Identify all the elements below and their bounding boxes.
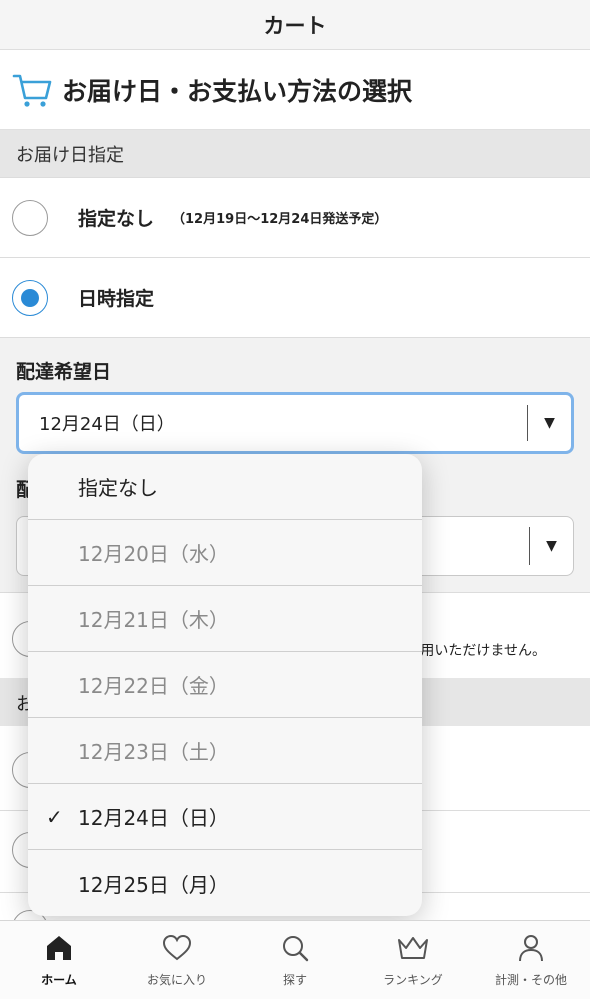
tab-search-label: 探す — [282, 973, 307, 987]
dropdown-option-label: 12月23日（土） — [78, 740, 229, 764]
delivery-heading: お届け日指定 — [0, 130, 590, 178]
tab-other-label: 計測・その他 — [494, 973, 567, 987]
radio-dot — [21, 288, 39, 307]
dropdown-option[interactable]: 指定なし — [28, 454, 422, 520]
dropdown-option[interactable]: 12月25日（月） — [28, 850, 422, 916]
bottom-tab-bar: ホーム お気に入り 探す ランキング 計測・その他 — [0, 920, 590, 999]
search-icon — [277, 931, 313, 965]
cart-icon — [12, 74, 52, 107]
tab-search[interactable]: 探す — [236, 921, 354, 999]
delivery-date-area: 配達希望日 12月24日（日） ▼ — [0, 338, 590, 454]
dropdown-option: 12月22日（金） — [28, 652, 422, 718]
person-icon — [513, 931, 549, 965]
option-no-date[interactable]: 指定なし （12月19日〜12月24日発送予定） — [0, 178, 590, 258]
radio-date-specified[interactable] — [12, 279, 48, 316]
tab-ranking-label: ランキング — [383, 973, 443, 987]
crown-icon — [395, 931, 431, 965]
option-date-specified-label: 日時指定 — [78, 288, 155, 310]
delivery-heading-text: お届け日指定 — [16, 144, 124, 166]
dropdown-option: 12月20日（水） — [28, 520, 422, 586]
date-select[interactable]: 12月24日（日） ▼ — [16, 392, 574, 454]
checkmark-icon: ✓ — [46, 804, 63, 829]
date-label: 配達希望日 — [16, 360, 112, 383]
tab-other[interactable]: 計測・その他 — [472, 921, 590, 999]
heart-icon — [159, 931, 195, 965]
date-select-value: 12月24日（日） — [39, 414, 175, 435]
dropdown-arrow-icon: ▼ — [529, 527, 573, 565]
section-title-text: お届け日・お支払い方法の選択 — [62, 76, 413, 106]
dropdown-option-label: 12月20日（水） — [78, 542, 229, 566]
section-title: お届け日・お支払い方法の選択 — [0, 50, 590, 130]
tab-home-label: ホーム — [41, 973, 77, 987]
app-header: カート — [0, 0, 590, 50]
dropdown-option-label: 12月24日（日） — [78, 806, 229, 830]
tab-favorites-label: お気に入り — [146, 973, 207, 987]
option-no-date-label: 指定なし — [78, 208, 155, 230]
option-no-date-note: （12月19日〜12月24日発送予定） — [172, 212, 388, 227]
dropdown-option-label: 12月21日（木） — [78, 608, 229, 632]
dropdown-option: 12月23日（土） — [28, 718, 422, 784]
tab-ranking[interactable]: ランキング — [354, 921, 472, 999]
date-dropdown-menu: 指定なし 12月20日（水） 12月21日（木） 12月22日（金） 12月23… — [28, 454, 422, 916]
dropdown-option-label: 指定なし — [78, 476, 158, 500]
dropdown-option-label: 12月22日（金） — [78, 674, 229, 698]
radio-no-date[interactable] — [12, 199, 48, 236]
background-note: 用いただけません。 — [420, 643, 546, 659]
dropdown-option-label: 12月25日（月） — [78, 872, 229, 897]
dropdown-option: 12月21日（木） — [28, 586, 422, 652]
home-icon — [41, 931, 77, 965]
tab-home[interactable]: ホーム — [0, 921, 118, 999]
dropdown-arrow-icon: ▼ — [527, 405, 571, 441]
header-title: カート — [263, 13, 327, 38]
tab-favorites[interactable]: お気に入り — [118, 921, 236, 999]
option-date-specified[interactable]: 日時指定 — [0, 258, 590, 338]
dropdown-option-selected[interactable]: ✓ 12月24日（日） — [28, 784, 422, 850]
